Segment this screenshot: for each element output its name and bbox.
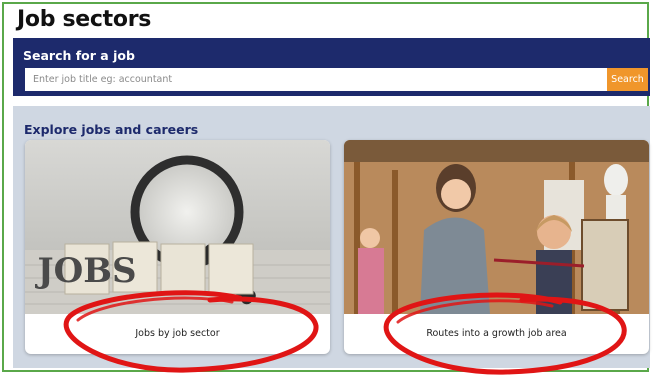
search-input[interactable]: [25, 68, 607, 91]
search-panel: Search for a job Search: [13, 38, 650, 96]
card-jobs-by-sector[interactable]: JOBS Jobs by job sector: [25, 140, 330, 354]
explore-heading: Explore jobs and careers: [24, 122, 199, 137]
card-growth-job-routes-label: Routes into a growth job area: [426, 328, 567, 339]
search-button[interactable]: Search: [607, 68, 648, 91]
search-heading: Search for a job: [23, 48, 135, 63]
card-jobs-by-sector-label: Jobs by job sector: [135, 328, 220, 339]
explore-section: Explore jobs and careers JOBS Jobs by jo…: [13, 106, 650, 368]
jobs-magnifying-glass-image: JOBS: [25, 140, 330, 314]
page-title: Job sectors: [17, 7, 152, 32]
card-growth-job-routes[interactable]: Routes into a growth job area: [344, 140, 649, 354]
jobs-block-letter: JOBS: [35, 251, 137, 291]
art-class-image: [344, 140, 649, 314]
